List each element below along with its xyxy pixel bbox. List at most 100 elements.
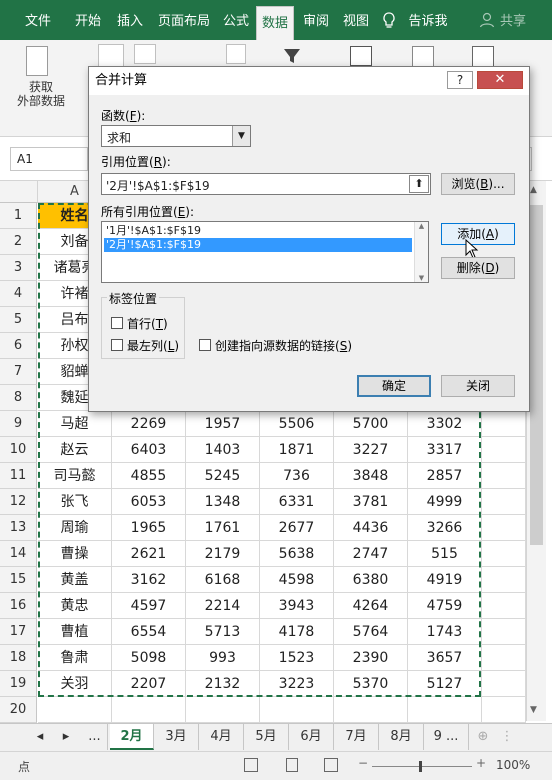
cell-value[interactable]: 736 — [260, 463, 334, 489]
cell-name[interactable]: 赵云 — [38, 437, 112, 463]
cell-value[interactable] — [334, 697, 408, 723]
cell-value[interactable]: 515 — [408, 541, 482, 567]
tab-formulas[interactable]: 公式 — [218, 0, 254, 40]
left-column-checkbox[interactable] — [111, 339, 123, 351]
cell-name[interactable]: 张飞 — [38, 489, 112, 515]
function-select[interactable]: 求和 ▼ — [101, 125, 251, 147]
cell-empty[interactable] — [482, 411, 526, 437]
cell-empty[interactable] — [482, 489, 526, 515]
cell-value[interactable]: 2390 — [334, 645, 408, 671]
row-header[interactable]: 11 — [0, 463, 37, 489]
cell-value[interactable]: 993 — [186, 645, 260, 671]
row-header[interactable]: 6 — [0, 333, 37, 359]
cell-value[interactable]: 4855 — [112, 463, 186, 489]
help-button[interactable]: ? — [447, 71, 473, 89]
cell-value[interactable]: 3302 — [408, 411, 482, 437]
cell-value[interactable]: 5700 — [334, 411, 408, 437]
cell-value[interactable]: 4178 — [260, 619, 334, 645]
chevron-down-icon[interactable]: ▼ — [232, 126, 250, 146]
zoom-level[interactable]: 100% — [496, 758, 530, 772]
cell-value[interactable]: 5245 — [186, 463, 260, 489]
sheet-tab-may[interactable]: 5月 — [244, 724, 289, 750]
row-header[interactable]: 12 — [0, 489, 37, 515]
zoom-in-icon[interactable]: + — [476, 756, 486, 770]
dialog-close-button[interactable]: ✕ — [477, 71, 523, 89]
row-header[interactable]: 1 — [0, 203, 37, 229]
sheet-tab-mar[interactable]: 3月 — [154, 724, 199, 750]
cell-value[interactable]: 1348 — [186, 489, 260, 515]
cell-value[interactable] — [186, 697, 260, 723]
scroll-down-icon[interactable]: ▼ — [415, 274, 428, 282]
cell-value[interactable]: 6168 — [186, 567, 260, 593]
cell-empty[interactable] — [482, 697, 526, 723]
cell-value[interactable]: 2621 — [112, 541, 186, 567]
list-item[interactable]: '1月'!$A$1:$F$19 — [104, 224, 412, 238]
cell-empty[interactable] — [482, 671, 526, 697]
cell-empty[interactable] — [482, 645, 526, 671]
cell-value[interactable]: 3657 — [408, 645, 482, 671]
collapse-dialog-icon[interactable]: ⬆ — [409, 175, 429, 193]
cell-value[interactable]: 5098 — [112, 645, 186, 671]
cell-name[interactable]: 周瑜 — [38, 515, 112, 541]
cell-value[interactable]: 1957 — [186, 411, 260, 437]
cell-value[interactable]: 6403 — [112, 437, 186, 463]
cell-value[interactable] — [112, 697, 186, 723]
share-button[interactable]: 共享 — [498, 0, 528, 40]
cell-value[interactable] — [408, 697, 482, 723]
cell-value[interactable]: 5506 — [260, 411, 334, 437]
cell-name[interactable] — [38, 697, 112, 723]
page-layout-view-icon[interactable] — [286, 758, 298, 772]
cell-name[interactable]: 鲁肃 — [38, 645, 112, 671]
cell-empty[interactable] — [482, 437, 526, 463]
cell-value[interactable]: 4597 — [112, 593, 186, 619]
cell-empty[interactable] — [482, 619, 526, 645]
row-header[interactable]: 14 — [0, 541, 37, 567]
row-header[interactable]: 13 — [0, 515, 37, 541]
cell-value[interactable]: 2857 — [408, 463, 482, 489]
cell-value[interactable]: 4436 — [334, 515, 408, 541]
list-item-selected[interactable]: '2月'!$A$1:$F$19 — [104, 238, 412, 252]
cell-empty[interactable] — [482, 593, 526, 619]
row-header[interactable]: 17 — [0, 619, 37, 645]
cell-value[interactable]: 2179 — [186, 541, 260, 567]
cell-value[interactable]: 1965 — [112, 515, 186, 541]
tab-file[interactable]: 文件 — [16, 0, 60, 40]
cell-value[interactable]: 3223 — [260, 671, 334, 697]
browse-button[interactable]: 浏览(B)... — [441, 173, 515, 195]
cell-value[interactable]: 6380 — [334, 567, 408, 593]
cell-value[interactable]: 2132 — [186, 671, 260, 697]
row-header[interactable]: 7 — [0, 359, 37, 385]
cell-value[interactable]: 1523 — [260, 645, 334, 671]
sheet-more-left[interactable]: ... — [82, 724, 108, 750]
cell-value[interactable]: 2214 — [186, 593, 260, 619]
zoom-slider[interactable] — [372, 766, 472, 767]
normal-view-icon[interactable] — [244, 758, 258, 772]
cell-value[interactable]: 4759 — [408, 593, 482, 619]
top-row-checkbox[interactable] — [111, 317, 123, 329]
zoom-thumb[interactable] — [419, 761, 422, 772]
ok-button[interactable]: 确定 — [357, 375, 431, 397]
cell-value[interactable]: 3943 — [260, 593, 334, 619]
delete-button[interactable]: 删除(D) — [441, 257, 515, 279]
cell-value[interactable]: 2207 — [112, 671, 186, 697]
cell-value[interactable]: 6053 — [112, 489, 186, 515]
cell-value[interactable] — [260, 697, 334, 723]
list-scrollbar[interactable]: ▲ ▼ — [414, 222, 428, 282]
sheet-tab-feb[interactable]: 2月 — [110, 724, 154, 750]
row-header[interactable]: 5 — [0, 307, 37, 333]
cell-empty[interactable] — [482, 541, 526, 567]
scroll-up-icon[interactable]: ▲ — [415, 222, 428, 230]
scroll-thumb[interactable] — [530, 205, 543, 545]
cell-value[interactable]: 5713 — [186, 619, 260, 645]
cell-empty[interactable] — [482, 515, 526, 541]
cell-value[interactable]: 4264 — [334, 593, 408, 619]
cell-value[interactable]: 2677 — [260, 515, 334, 541]
tab-insert[interactable]: 插入 — [112, 0, 148, 40]
cell-value[interactable]: 4999 — [408, 489, 482, 515]
create-links-checkbox[interactable] — [199, 339, 211, 351]
scroll-up-icon[interactable]: ▲ — [530, 185, 537, 195]
row-header[interactable]: 2 — [0, 229, 37, 255]
cell-value[interactable]: 3162 — [112, 567, 186, 593]
row-header[interactable]: 3 — [0, 255, 37, 281]
cell-name[interactable]: 曹植 — [38, 619, 112, 645]
